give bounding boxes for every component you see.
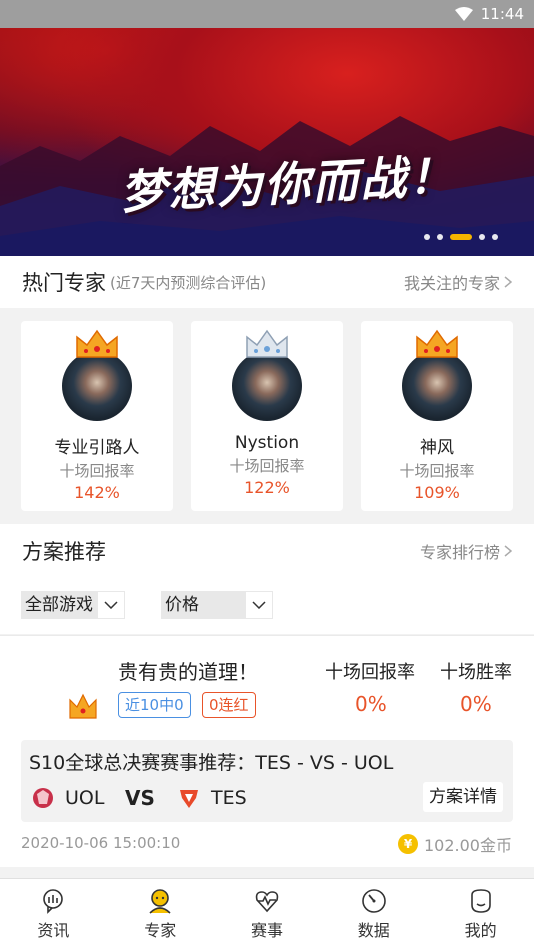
chevron-right-icon <box>504 276 512 288</box>
tab-match[interactable]: 赛事 <box>214 879 321 949</box>
tab-news-label: 资讯 <box>37 921 70 940</box>
plan-price: ¥ 102.00金币 <box>398 832 512 856</box>
avatar <box>232 351 302 421</box>
chevron-down-icon <box>245 591 273 619</box>
tab-profile[interactable]: 我的 <box>427 879 534 949</box>
pagination-dot-active[interactable] <box>450 234 472 240</box>
expert-rate-value: 122% <box>244 478 290 497</box>
plan-timestamp: 2020-10-06 15:00:10 <box>21 834 181 852</box>
expert-ranking-label: 专家排行榜 <box>419 543 500 562</box>
plan-expert-name: 贵有贵的道理！ <box>118 660 258 684</box>
data-icon <box>361 889 386 913</box>
price-filter-dropdown[interactable]: 价格 <box>161 591 273 619</box>
expert-rate-label: 十场回报率 <box>229 457 305 475</box>
hot-experts-title: 热门专家 <box>22 271 106 295</box>
expert-card[interactable]: 神风 十场回报率 109% <box>361 321 513 511</box>
tab-expert[interactable]: 专家 <box>107 879 214 949</box>
expert-name: 专业引路人 <box>54 438 140 458</box>
followed-experts-label: 我关注的专家 <box>403 274 500 293</box>
expert-ranking-link[interactable]: 专家排行榜 <box>420 539 512 563</box>
profile-icon <box>470 889 491 913</box>
coin-icon: ¥ <box>398 834 418 854</box>
expert-icon <box>149 889 171 914</box>
tab-profile-label: 我的 <box>464 921 497 940</box>
expert-rate-label: 十场回报率 <box>399 462 475 480</box>
tes-logo-icon <box>180 790 198 808</box>
tab-data[interactable]: 数据 <box>320 879 427 949</box>
followed-experts-link[interactable]: 我关注的专家 <box>404 270 512 294</box>
expert-rate-value: 142% <box>74 483 120 502</box>
tab-news[interactable]: 资讯 <box>0 879 107 949</box>
return-rate-value: 0% <box>355 692 387 716</box>
win-rate-header: 十场胜率 <box>440 662 512 683</box>
match-title: S10全球总决赛赛事推荐：TES - VS - UOL <box>29 752 394 774</box>
team-b: TES <box>177 786 247 810</box>
expert-rate-label: 十场回报率 <box>59 462 135 480</box>
hot-experts-header: 热门专家 (近7天内预测综合评估) 我关注的专家 <box>0 256 534 308</box>
uol-logo-icon <box>33 788 53 808</box>
chevron-right-icon <box>504 545 512 557</box>
vs-label: VS <box>125 786 155 810</box>
record-tag: 近10中0 <box>118 692 191 718</box>
gold-crown-icon <box>416 329 458 358</box>
streak-tag: 0连红 <box>202 692 256 718</box>
plan-detail-button[interactable]: 方案详情 <box>423 782 503 812</box>
tab-expert-label: 专家 <box>144 921 177 940</box>
promo-banner[interactable]: 梦想为你而战！ <box>0 28 534 256</box>
avatar-wrap <box>227 329 307 425</box>
avatar <box>402 351 472 421</box>
match-info: S10全球总决赛赛事推荐：TES - VS - UOL UOL VS TES 方… <box>21 740 513 822</box>
chevron-down-icon <box>97 591 125 619</box>
expert-name: Nystion <box>234 433 300 453</box>
news-icon <box>43 889 64 914</box>
plan-price-value: 102.00金币 <box>424 836 512 855</box>
gold-crown-icon <box>76 329 118 358</box>
expert-rate-value: 109% <box>414 483 460 502</box>
avatar <box>62 351 132 421</box>
avatar-wrap <box>57 329 137 425</box>
expert-card[interactable]: 专业引路人 十场回报率 142% <box>21 321 173 511</box>
expert-card[interactable]: Nystion 十场回报率 122% <box>191 321 343 511</box>
status-time: 11:44 <box>480 5 524 23</box>
banner-pagination[interactable] <box>424 234 498 240</box>
team-b-name: TES <box>211 787 247 809</box>
crown-icon <box>69 693 97 719</box>
pagination-dot[interactable] <box>437 234 443 240</box>
wifi-icon <box>454 7 473 21</box>
expert-list: 专业引路人 十场回报率 142% Nystion 十场回报率 122% 神风 十… <box>0 308 534 524</box>
silver-crown-icon <box>246 329 288 358</box>
avatar-wrap <box>397 329 477 425</box>
status-bar: 11:44 <box>0 0 534 28</box>
bottom-tab-bar: 资讯 专家 赛事 数据 我的 <box>0 878 534 949</box>
expert-name: 神风 <box>420 438 454 458</box>
tab-data-label: 数据 <box>357 921 390 940</box>
win-rate-value: 0% <box>460 692 492 716</box>
price-filter-label: 价格 <box>161 591 245 619</box>
pagination-dot[interactable] <box>479 234 485 240</box>
filter-bar: 全部游戏 价格 <box>0 578 534 634</box>
return-rate-header: 十场回报率 <box>325 662 415 683</box>
game-filter-dropdown[interactable]: 全部游戏 <box>21 591 125 619</box>
pagination-dot[interactable] <box>424 234 430 240</box>
pagination-dot[interactable] <box>492 234 498 240</box>
team-a: UOL <box>31 786 104 810</box>
plans-title: 方案推荐 <box>22 540 106 564</box>
tab-match-label: 赛事 <box>250 921 283 940</box>
plans-header: 方案推荐 专家排行榜 <box>0 524 534 578</box>
team-a-name: UOL <box>65 787 105 809</box>
hot-experts-subtitle: (近7天内预测综合评估) <box>110 273 267 292</box>
plan-card[interactable]: 贵有贵的道理！ 近10中0 0连红 十场回报率 十场胜率 0% 0% S10全球… <box>0 635 534 867</box>
match-icon <box>255 891 279 913</box>
game-filter-label: 全部游戏 <box>21 591 97 619</box>
